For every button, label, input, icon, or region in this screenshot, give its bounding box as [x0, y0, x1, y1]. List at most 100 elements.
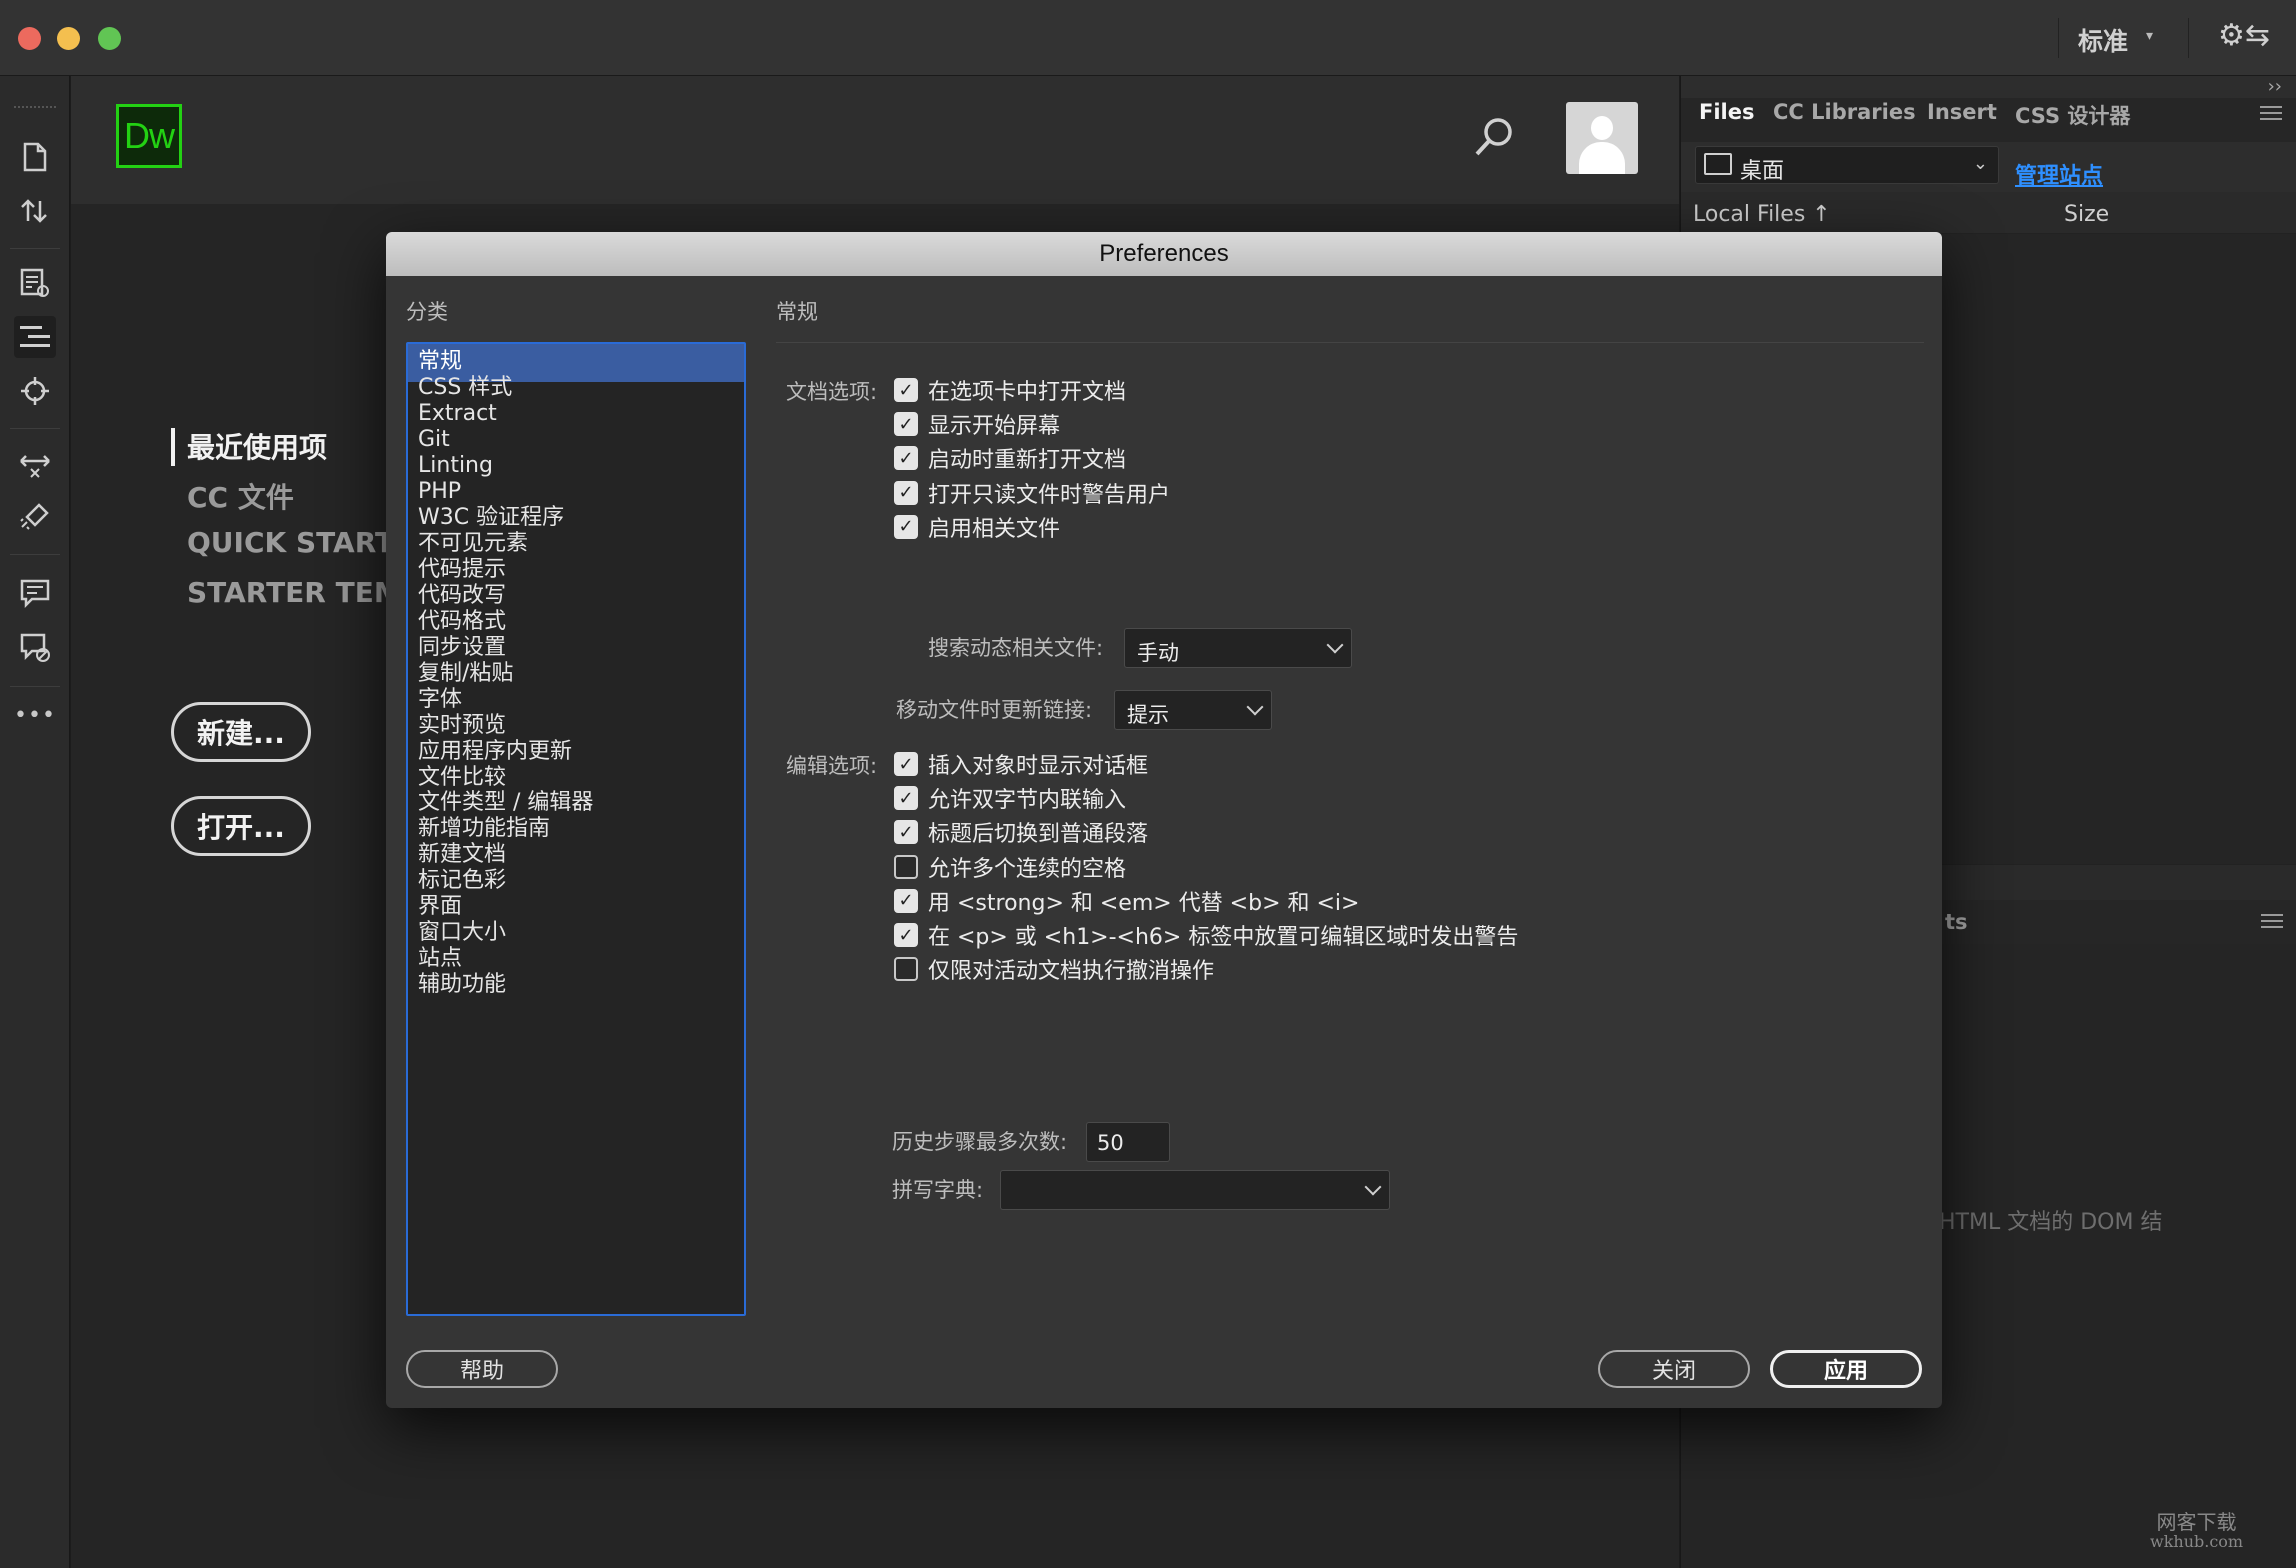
- nav-quick-start[interactable]: QUICK START: [187, 526, 394, 559]
- brush-icon[interactable]: [14, 496, 56, 538]
- collapse-panels-icon[interactable]: ››: [2268, 76, 2282, 97]
- checkbox-row[interactable]: ✓ 在 <p> 或 <h1>-<h6> 标签中放置可编辑区域时发出警告: [894, 919, 1518, 951]
- titlebar-divider: [2188, 18, 2189, 58]
- checkmark-icon: ✓: [898, 413, 914, 435]
- checkbox[interactable]: ✓: [894, 820, 918, 845]
- checkbox-row[interactable]: ✓ 显示开始屏幕: [894, 408, 1060, 440]
- checkbox[interactable]: ✓: [894, 378, 918, 402]
- comment-icon[interactable]: [14, 572, 56, 614]
- checkbox-label: 启用相关文件: [928, 516, 1061, 542]
- watermark-line2: wkhub.com: [2150, 1532, 2244, 1551]
- checkbox[interactable]: ✓: [894, 514, 918, 539]
- checkmark-icon: ✓: [898, 821, 914, 843]
- dynamic-files-select[interactable]: 手动: [1124, 628, 1352, 668]
- checkbox[interactable]: ✓: [894, 480, 918, 505]
- help-button[interactable]: 帮助: [406, 1350, 558, 1388]
- expand-icon[interactable]: [14, 444, 56, 486]
- column-local-files[interactable]: Local Files ↑: [1693, 202, 1831, 227]
- files-table-header: Local Files ↑ Size: [1681, 192, 2296, 234]
- section-title: 常规: [776, 300, 818, 324]
- checkbox-label: 在选项卡中打开文档: [928, 380, 1127, 405]
- open-file-button[interactable]: 打开...: [171, 796, 311, 856]
- checkbox-row[interactable]: 仅限对活动文档执行撤消操作: [894, 953, 1214, 985]
- titlebar-divider: [2058, 18, 2059, 58]
- checkbox[interactable]: [894, 957, 918, 982]
- more-icon[interactable]: •••: [14, 694, 56, 736]
- checkbox-label: 允许多个连续的空格: [928, 856, 1127, 882]
- checkbox[interactable]: ✓: [894, 412, 918, 437]
- column-size[interactable]: Size: [2064, 202, 2109, 227]
- checkbox[interactable]: ✓: [894, 888, 918, 913]
- code-navigator-icon[interactable]: [14, 316, 56, 358]
- checkmark-icon: ✓: [898, 482, 914, 504]
- document-options-label: 文档选项:: [786, 380, 878, 404]
- tab-files[interactable]: Files: [1699, 100, 1754, 124]
- checkbox-label: 允许双字节内联输入: [928, 788, 1127, 814]
- toolbar-divider: [10, 428, 60, 429]
- tab-insert[interactable]: Insert: [1927, 100, 1997, 124]
- maximize-window-button[interactable]: [98, 27, 121, 50]
- checkbox-row[interactable]: ✓ 标题后切换到普通段落: [894, 816, 1148, 848]
- checkbox[interactable]: ✓: [894, 786, 918, 811]
- checkbox-row[interactable]: ✓ 启用相关文件: [894, 511, 1060, 543]
- checkmark-icon: ✓: [898, 787, 914, 809]
- checkbox[interactable]: ✓: [894, 923, 918, 947]
- live-view-icon[interactable]: [14, 262, 56, 304]
- checkbox-row[interactable]: ✓ 插入对象时显示对话框: [894, 748, 1148, 780]
- checkmark-icon: ✓: [898, 447, 914, 469]
- tab-css-designer[interactable]: CSS 设计器: [2015, 100, 2130, 130]
- workspace-switcher-label[interactable]: 标准: [2078, 22, 2128, 58]
- checkmark-icon: ✓: [898, 890, 914, 912]
- checkbox-row[interactable]: ✓ 打开只读文件时警告用户: [894, 477, 1170, 509]
- active-nav-indicator: [171, 428, 175, 466]
- close-button[interactable]: 关闭: [1598, 1350, 1750, 1388]
- search-icon[interactable]: [1471, 114, 1517, 160]
- checkbox-row[interactable]: 允许多个连续的空格: [894, 851, 1126, 883]
- update-links-select[interactable]: 提示: [1114, 690, 1272, 730]
- dom-panel-hint: HTML 文档的 DOM 结: [1939, 1210, 2163, 1235]
- dreamweaver-logo: Dw: [116, 104, 182, 168]
- checkbox-row[interactable]: ✓ 在选项卡中打开文档: [894, 374, 1126, 406]
- history-steps-label: 历史步骤最多次数:: [892, 1130, 1068, 1154]
- get-put-icon[interactable]: [14, 190, 56, 232]
- tab-cc-libraries[interactable]: CC Libraries: [1773, 100, 1916, 124]
- panel-menu-icon[interactable]: [2261, 914, 2283, 928]
- watermark: 网客下载 wkhub.com: [2150, 1512, 2243, 1552]
- site-selector[interactable]: 桌面 ⌄: [1695, 146, 1999, 184]
- category-item[interactable]: 辅助功能: [408, 967, 744, 1005]
- checkbox-row[interactable]: ✓ 用 <strong> 和 <em> 代替 <b> 和 <i>: [894, 885, 1359, 917]
- target-icon[interactable]: [14, 370, 56, 412]
- spelling-dictionary-select[interactable]: [1000, 1170, 1390, 1210]
- history-steps-input[interactable]: 50: [1086, 1122, 1170, 1162]
- category-list: 常规 CSS 样式 Extract Git Linting PHP W3C 验证程序 不可见元…: [406, 342, 746, 1316]
- user-avatar[interactable]: [1566, 102, 1638, 174]
- checkbox[interactable]: ✓: [894, 752, 918, 776]
- manage-sites-link[interactable]: 管理站点: [2015, 158, 2103, 190]
- checkmark-icon: ✓: [898, 516, 914, 538]
- sync-settings-icon[interactable]: ⚙⇆: [2218, 18, 2270, 53]
- checkmark-icon: ✓: [898, 379, 914, 401]
- nav-recent[interactable]: 最近使用项: [187, 426, 327, 466]
- update-links-label: 移动文件时更新链接:: [896, 698, 1093, 722]
- panel-menu-icon[interactable]: [2260, 106, 2282, 120]
- close-window-button[interactable]: [18, 27, 41, 50]
- checkbox-label: 打开只读文件时警告用户: [928, 482, 1171, 508]
- toolbar-grip[interactable]: [14, 106, 56, 109]
- checkbox[interactable]: [894, 854, 918, 879]
- checkbox-row[interactable]: ✓ 允许双字节内联输入: [894, 782, 1126, 814]
- apply-button[interactable]: 应用: [1770, 1350, 1922, 1388]
- nav-cc-files[interactable]: CC 文件: [187, 476, 294, 516]
- checkbox[interactable]: ✓: [894, 446, 918, 471]
- checkbox-label: 插入对象时显示对话框: [928, 754, 1149, 779]
- toolbar-divider: [10, 248, 60, 249]
- chevron-down-icon[interactable]: ▾: [2146, 28, 2153, 44]
- tab-assets[interactable]: ts: [1945, 910, 1968, 934]
- new-file-button[interactable]: 新建...: [171, 702, 311, 762]
- minimize-window-button[interactable]: [57, 27, 80, 50]
- checkbox-row[interactable]: ✓ 启动时重新打开文档: [894, 442, 1126, 474]
- validate-icon[interactable]: [14, 626, 56, 668]
- chevron-down-icon: [1246, 698, 1264, 716]
- computer-icon: [1704, 153, 1732, 175]
- chevron-down-icon: ⌄: [1972, 153, 1988, 174]
- new-document-icon[interactable]: [14, 136, 56, 178]
